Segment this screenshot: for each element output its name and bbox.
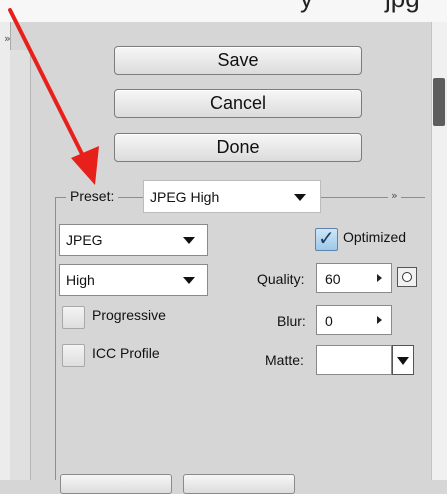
progressive-label: Progressive [92,307,166,323]
done-button[interactable]: Done [114,133,362,162]
scrollbar-thumb[interactable] [433,78,445,126]
matte-dropdown-button[interactable] [392,345,414,375]
chevron-down-icon [183,237,195,244]
progressive-checkbox[interactable] [62,306,85,329]
expand-menu-icon[interactable]: » [388,189,401,202]
file-format-value: JPEG [66,232,103,248]
top-strip [0,0,447,22]
slider-arrow-icon[interactable] [377,316,382,324]
optimized-checkbox[interactable]: ✓ [315,226,338,251]
preset-select-value: JPEG High [150,189,220,205]
settings-group-border-left [55,197,56,480]
optimized-label: Optimized [343,229,407,245]
blur-label: Blur: [277,313,306,329]
quality-label: Quality: [257,271,305,287]
preset-label: Preset: [66,188,119,204]
preset-select[interactable]: JPEG High [143,180,321,213]
quality-input[interactable]: 60 [316,263,392,293]
save-button[interactable]: Save [114,46,362,75]
chevron-down-icon [397,357,409,365]
chevron-down-icon [294,194,306,201]
blur-value: 0 [325,313,333,329]
icc-profile-label: ICC Profile [92,345,160,361]
matte-color-field[interactable] [316,345,392,375]
top-heading-fragment-right: jpg [385,0,420,14]
compression-quality-select[interactable]: High [59,264,208,296]
quality-channel-icon[interactable] [397,267,417,287]
matte-label: Matte: [265,352,304,368]
top-heading-fragment: y [300,0,313,14]
compression-quality-value: High [66,272,95,288]
bottom-button-left[interactable] [60,474,172,494]
checkmark-icon: ✓ [318,226,335,250]
image-preview-edge [10,50,31,480]
cancel-button[interactable]: Cancel [114,89,362,118]
slider-arrow-icon[interactable] [377,274,382,282]
chevron-down-icon [183,277,195,284]
file-format-select[interactable]: JPEG [59,224,208,256]
bottom-button-right[interactable] [183,474,295,494]
collapse-panel-icon[interactable]: » [4,32,11,45]
blur-input[interactable]: 0 [316,305,392,335]
quality-value: 60 [325,271,341,287]
circle-mask-icon [402,272,412,282]
icc-profile-checkbox[interactable] [62,344,85,367]
